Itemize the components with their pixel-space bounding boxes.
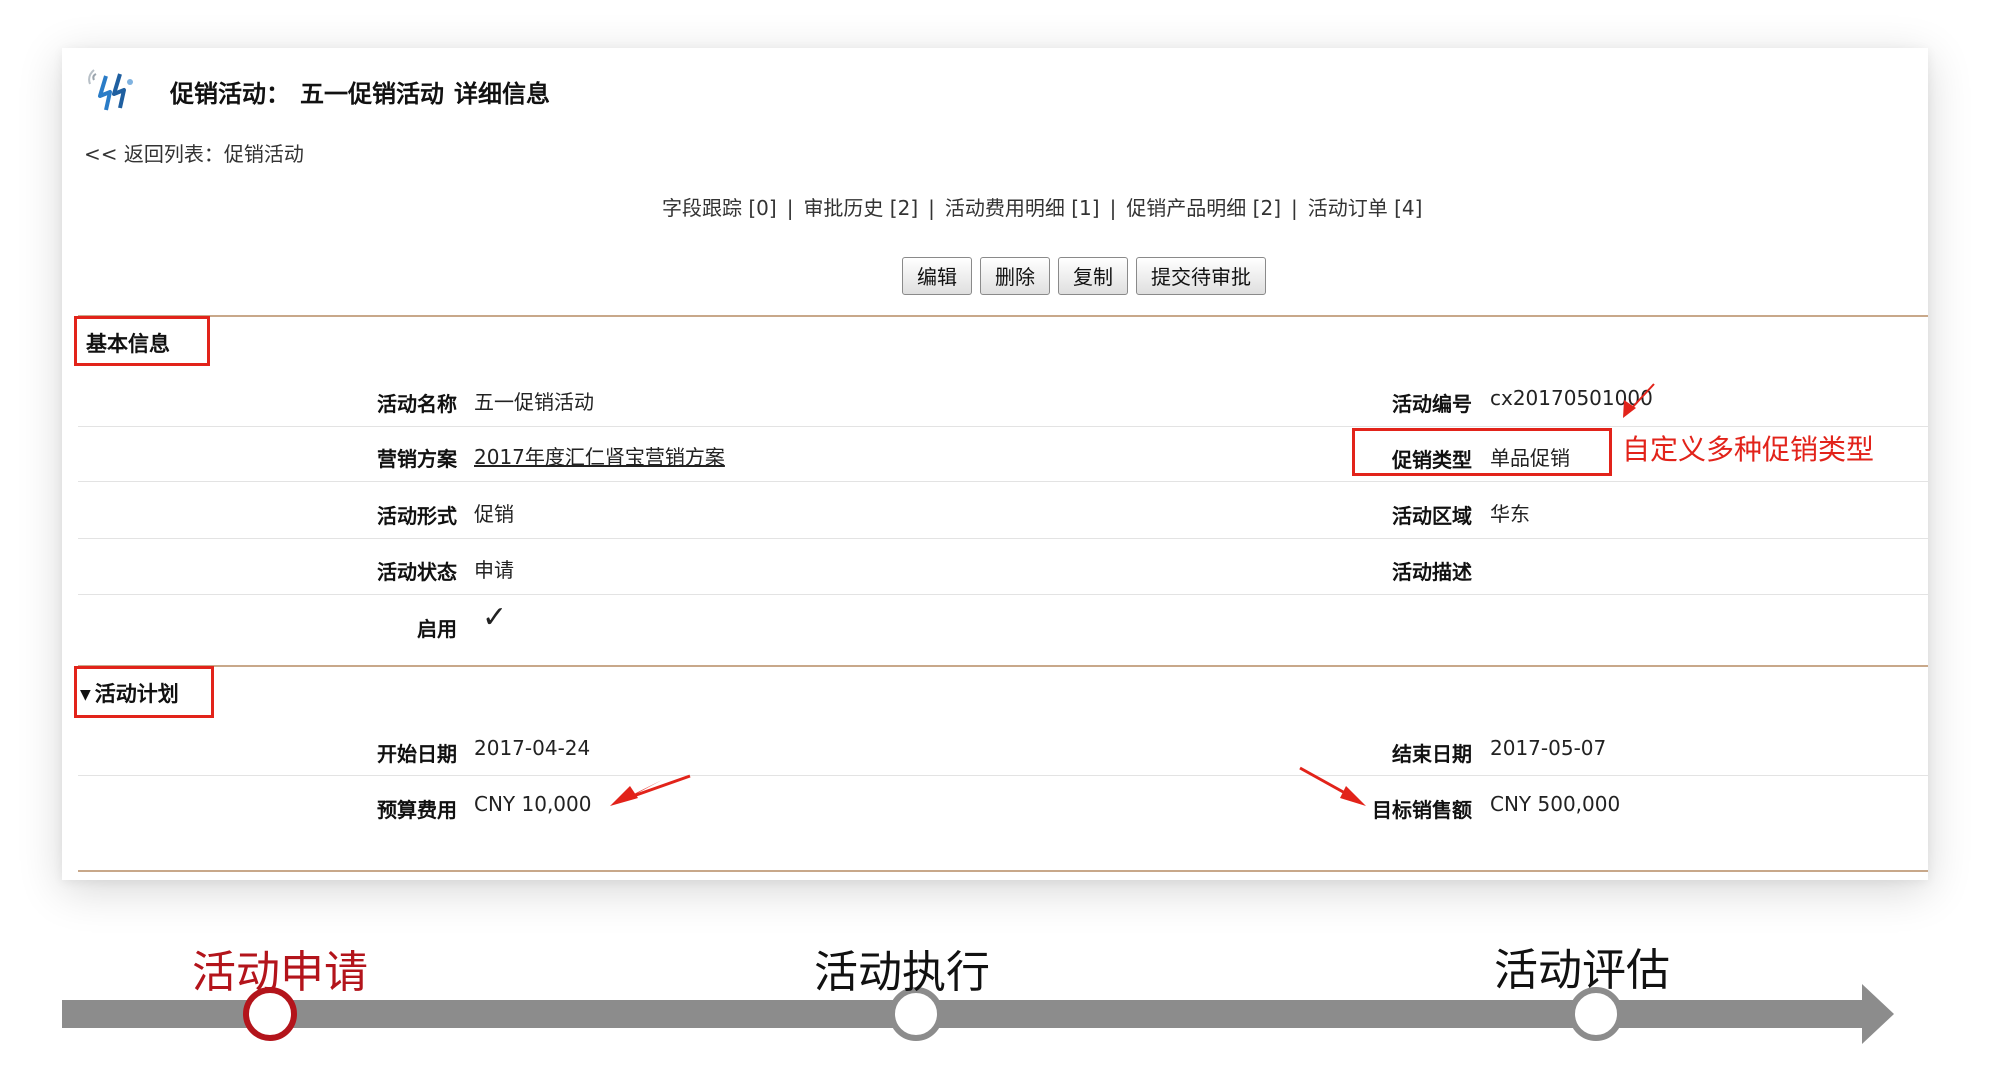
timeline-stage-execute: 活动执行 (814, 947, 990, 998)
timeline-stage-apply: 活动申请 (192, 947, 368, 998)
process-timeline (62, 984, 1894, 1044)
arrow-right-icon (1862, 984, 1894, 1044)
timeline-stage-evaluate: 活动评估 (1494, 945, 1670, 996)
